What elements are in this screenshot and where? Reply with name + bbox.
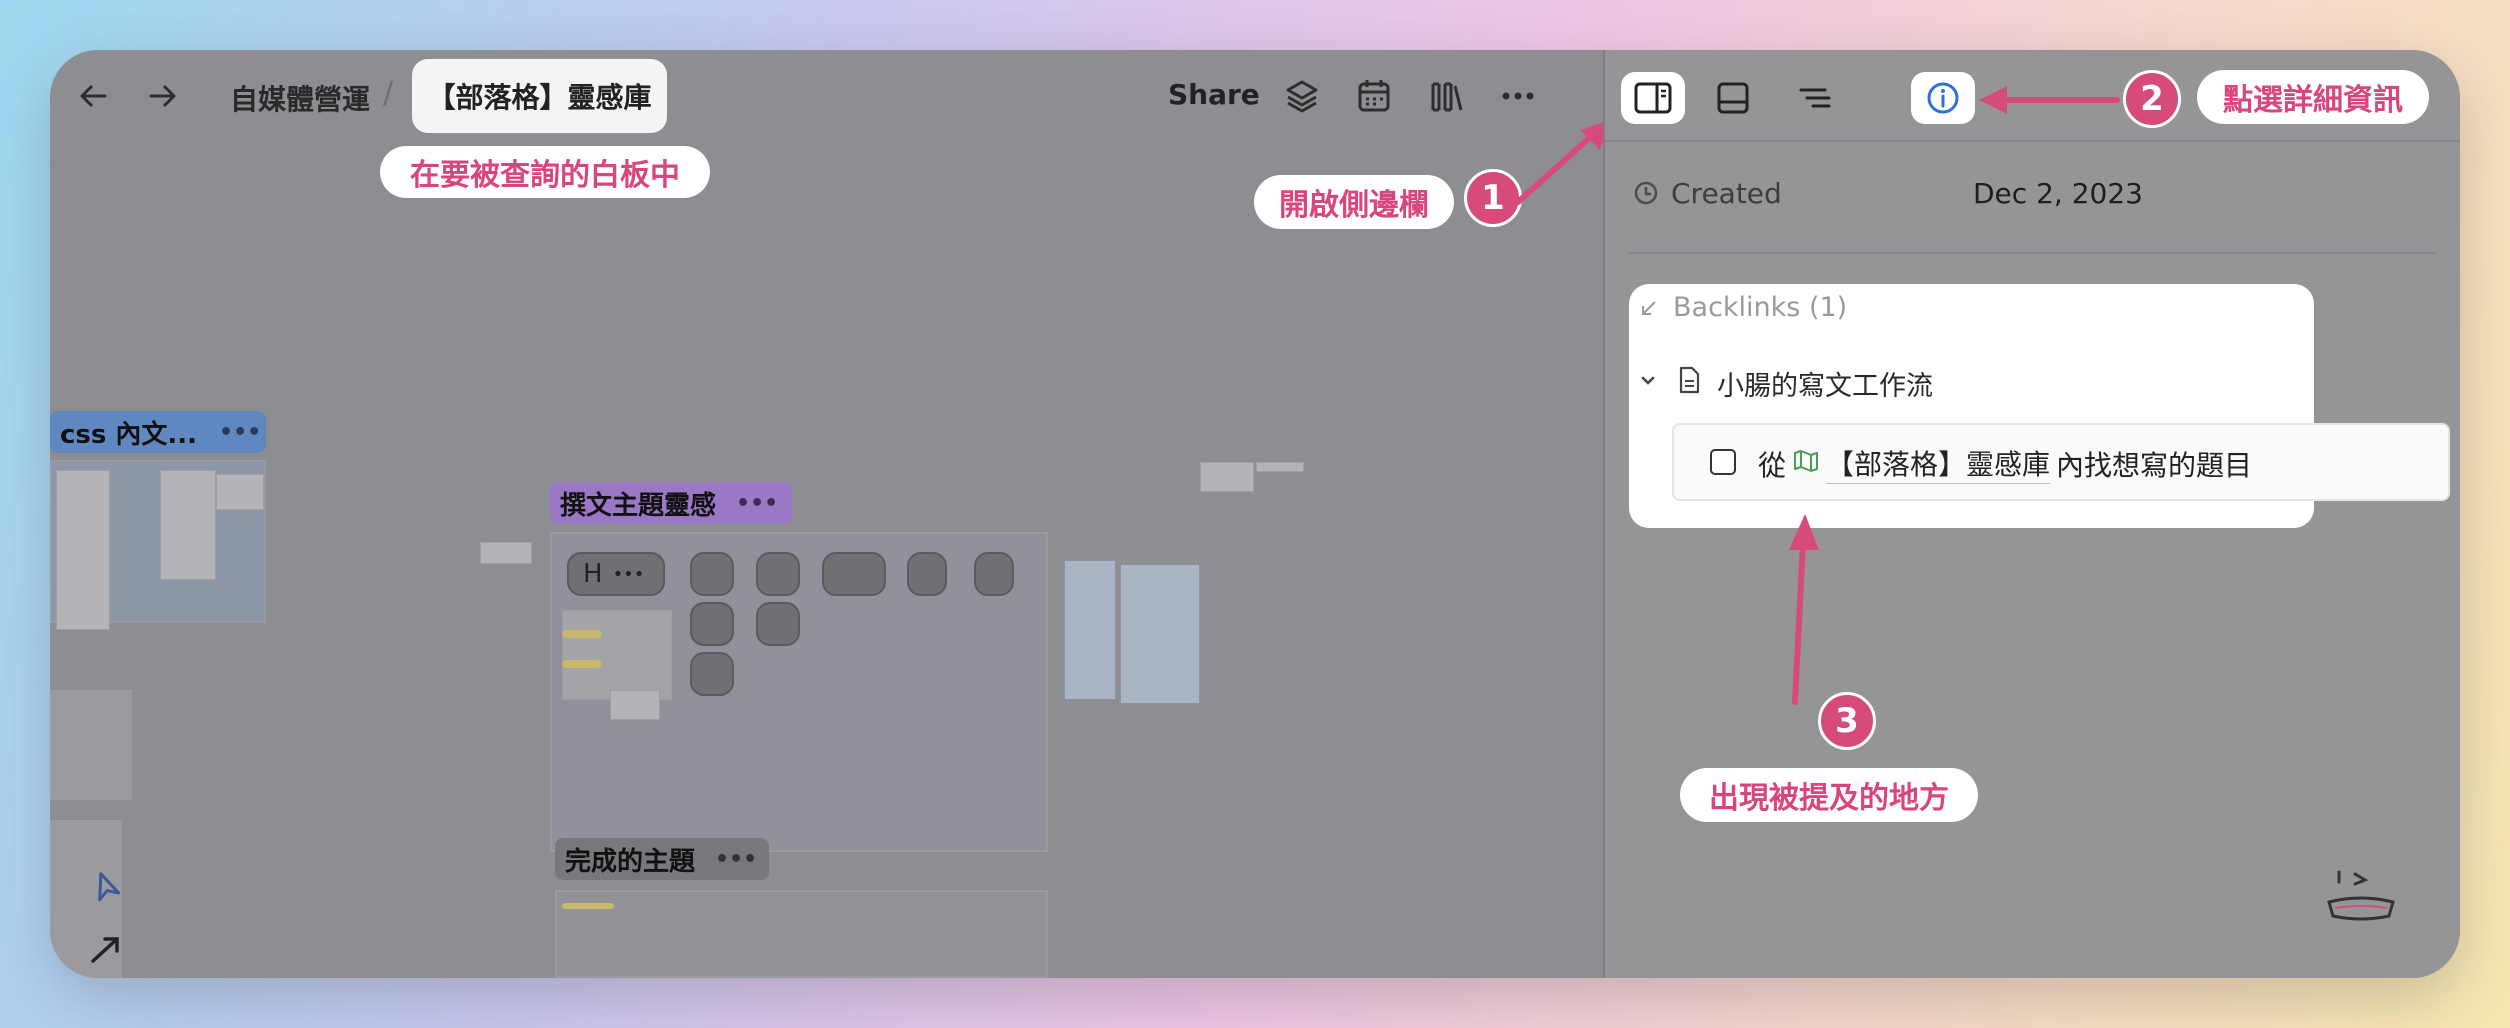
mini-document (480, 542, 532, 564)
info-button[interactable] (1911, 72, 1975, 124)
whiteboard-node[interactable]: H ••• (567, 552, 665, 596)
todo-checkbox[interactable] (1710, 449, 1736, 475)
forward-button[interactable] (134, 68, 190, 124)
mini-document (610, 690, 660, 720)
whiteboard-node[interactable] (974, 552, 1014, 596)
group-done-more[interactable]: ••• (715, 847, 757, 872)
todo-text: 從 【部落格】靈感庫 內找想寫的題目 (1758, 443, 2252, 484)
backlink-doc-title[interactable]: 小腸的寫文工作流 (1717, 364, 1933, 403)
step3-arrow (1789, 514, 1819, 705)
step2-number: 2 (2123, 70, 2181, 128)
blue-document (1064, 560, 1116, 700)
blue-document (1120, 564, 1200, 704)
backlinks-header[interactable]: Backlinks (1) (1673, 292, 1847, 323)
node-more[interactable]: ••• (613, 564, 645, 585)
backlink-arrow-icon (1639, 298, 1659, 322)
group-css-label[interactable]: css 內文... ••• (50, 411, 266, 453)
group-ideas-more[interactable]: ••• (736, 491, 778, 516)
created-value: Dec 2, 2023 (1973, 177, 2143, 210)
step2-arrow (1979, 86, 2120, 114)
step3-label: 出現被提及的地方 (1680, 768, 1978, 822)
mini-document (1256, 462, 1304, 472)
mascot-icon[interactable] (2325, 868, 2397, 928)
panel-icon (1717, 82, 1749, 114)
step2-label: 點選詳細資訊 (2197, 70, 2429, 124)
whiteboard-canvas[interactable]: 自媒體營運 / 【部落格】靈感庫 Share 在要被查詢的白板中 開啟側邊欄 1 (50, 50, 1610, 978)
top-bar: 自媒體營運 / 【部落格】靈感庫 Share (50, 50, 1603, 142)
breadcrumb-parent[interactable]: 自媒體營運 (230, 78, 370, 118)
whiteboard-node[interactable] (690, 652, 734, 696)
layers-button[interactable] (1278, 72, 1326, 120)
panel-button[interactable] (1701, 72, 1765, 124)
group-ideas-label[interactable]: 撰文主題靈感 ••• (550, 482, 792, 524)
select-tool[interactable] (70, 850, 140, 920)
mini-document (562, 610, 672, 700)
group-done-label[interactable]: 完成的主題 ••• (555, 838, 769, 880)
document-icon (1677, 366, 1701, 398)
group-ideas-title: 撰文主題靈感 (560, 490, 717, 521)
outline-icon (1799, 88, 1831, 108)
whiteboard-link-icon (1792, 447, 1820, 480)
chevron-down-icon[interactable] (1639, 372, 1657, 394)
sidebar-toggle-icon (1634, 82, 1672, 114)
divider (1629, 252, 2435, 254)
breadcrumb-current[interactable]: 【部落格】靈感庫 (412, 59, 667, 133)
details-sidepanel: 2 點選詳細資訊 Created Dec 2, 2023 Backlinks (… (1603, 50, 2460, 978)
arrow-diagonal-icon (91, 937, 119, 963)
mini-document (50, 690, 132, 800)
todo-suffix: 內找想寫的題目 (2056, 448, 2253, 482)
whiteboard-hint-callout: 在要被查詢的白板中 (380, 146, 710, 198)
group-css-title: css 內文... (60, 419, 198, 450)
outline-button[interactable] (1783, 72, 1847, 124)
calendar-button[interactable] (1350, 72, 1398, 120)
app-window: 自媒體營運 / 【部落格】靈感庫 Share 在要被查詢的白板中 開啟側邊欄 1 (50, 50, 2460, 978)
layers-icon (1286, 80, 1318, 113)
mini-document (56, 470, 110, 630)
whiteboard-node[interactable] (690, 602, 734, 646)
pointer-icon (98, 872, 121, 902)
todo-prefix: 從 (1758, 448, 1787, 482)
connector-tool[interactable] (70, 920, 140, 978)
arrow-left-icon (80, 85, 107, 107)
calendar-icon (1358, 80, 1390, 112)
todo-page-link[interactable]: 【部落格】靈感庫 (1826, 443, 2051, 484)
created-label: Created (1671, 177, 1782, 210)
clock-icon (1633, 180, 1659, 210)
group-css-more[interactable]: ••• (219, 420, 261, 445)
highlight-note (562, 660, 602, 668)
back-button[interactable] (66, 68, 122, 124)
library-button[interactable] (1422, 72, 1470, 120)
backlink-todo-item[interactable]: 從 【部落格】靈感庫 內找想寫的題目 (1672, 423, 2450, 501)
mini-document (216, 474, 264, 510)
info-icon (1927, 82, 1959, 114)
group-done-title: 完成的主題 (565, 846, 696, 877)
whiteboard-node[interactable] (756, 602, 800, 646)
step1-label: 開啟側邊欄 (1254, 175, 1454, 229)
whiteboard-node[interactable] (756, 552, 800, 596)
mini-document (160, 470, 216, 580)
node-letter: H (583, 559, 603, 589)
step3-number: 3 (1818, 692, 1876, 750)
highlight-note (562, 630, 602, 638)
breadcrumb-separator: / (383, 76, 394, 111)
sidebar-toggle-button[interactable] (1621, 72, 1685, 124)
highlight-note (562, 903, 614, 909)
whiteboard-node[interactable] (822, 552, 886, 596)
group-done-frame[interactable] (555, 890, 1048, 978)
share-button[interactable]: Share (1168, 78, 1260, 111)
whiteboard-node[interactable] (907, 552, 947, 596)
library-icon (1431, 82, 1463, 112)
arrow-right-icon (149, 85, 176, 107)
whiteboard-node[interactable] (690, 552, 734, 596)
divider (1605, 140, 2460, 142)
mini-document (1200, 462, 1254, 492)
